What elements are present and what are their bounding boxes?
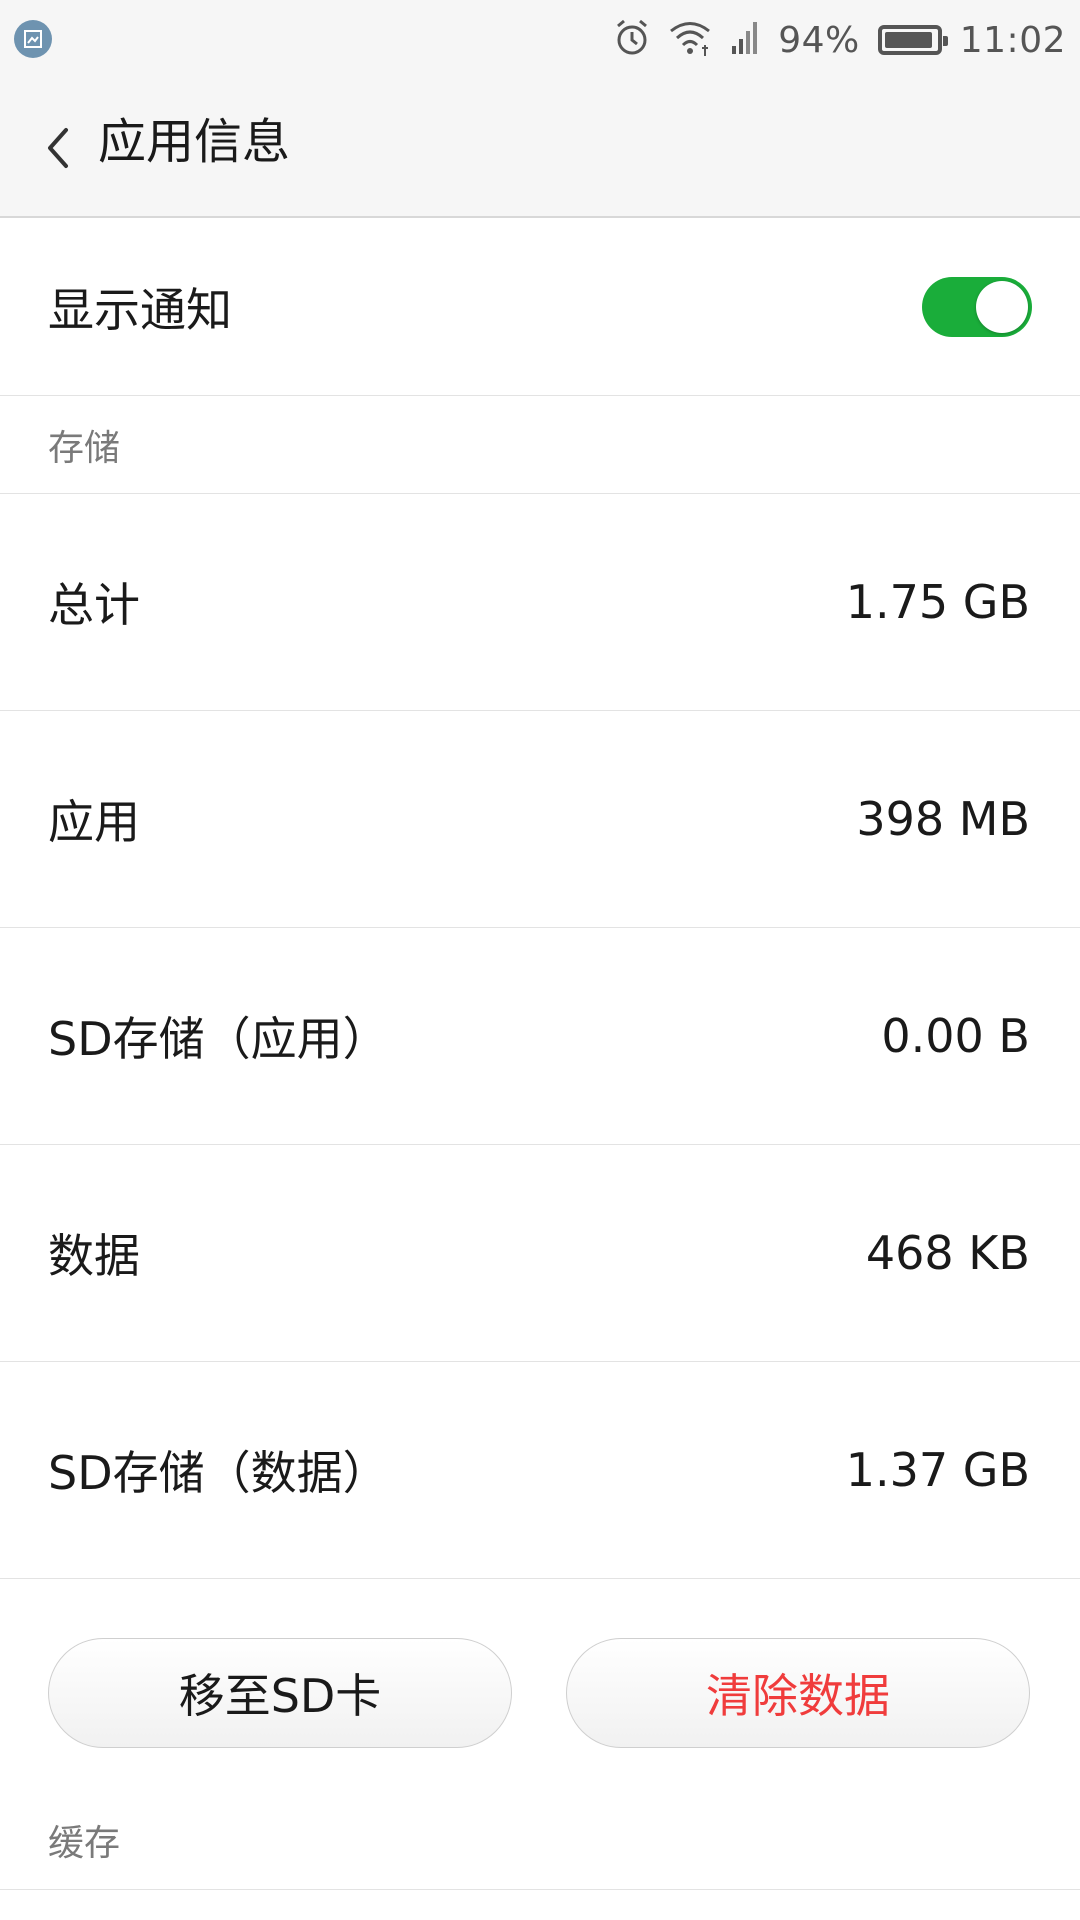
storage-row-label: SD存储（应用） [48,1012,389,1066]
cache-section-title: 缓存 [48,1822,121,1864]
storage-row-value: 0.00 B [881,1009,1030,1063]
storage-row-sd-data: SD存储（数据） 1.37 GB [0,1362,1080,1579]
app-bar: 应用信息 [0,78,1080,218]
storage-row-value: 1.75 GB [845,575,1030,629]
cache-section-header: 缓存 [0,1790,1080,1890]
storage-section-header: 存储 [0,396,1080,494]
screenshot-icon [14,20,52,58]
storage-row-value: 1.37 GB [845,1443,1030,1497]
battery-icon [877,25,948,55]
storage-row-value: 468 KB [865,1226,1030,1280]
storage-row-data: 数据 468 KB [0,1145,1080,1362]
chevron-left-icon [48,128,68,168]
storage-row-label: 应用 [48,795,140,849]
toggle-knob [976,280,1028,333]
alarm-icon [614,18,650,62]
notification-row[interactable]: 显示通知 [0,218,1080,396]
storage-row-label: 数据 [48,1229,140,1283]
page-title: 应用信息 [98,114,291,170]
clear-data-button[interactable]: 清除数据 [566,1638,1030,1748]
wifi-icon [668,18,712,62]
battery-percent: 94% [778,19,860,61]
storage-section-title: 存储 [48,427,121,469]
notification-toggle[interactable] [922,276,1032,337]
signal-icon [730,20,760,60]
back-button[interactable] [36,118,86,178]
storage-row-label: 总计 [48,578,140,632]
storage-row-label: SD存储（数据） [48,1446,389,1500]
status-icons: 94% 11:02 [614,14,1066,66]
battery-level-fill [884,32,932,48]
clock: 11:02 [959,19,1066,61]
storage-row-value: 398 MB [856,792,1030,846]
storage-row-app: 应用 398 MB [0,711,1080,928]
storage-row-total: 总计 1.75 GB [0,494,1080,711]
status-bar: 94% 11:02 [0,0,1080,78]
storage-row-sd-app: SD存储（应用） 0.00 B [0,928,1080,1145]
move-to-sd-button[interactable]: 移至SD卡 [48,1638,512,1748]
notification-label: 显示通知 [48,282,232,337]
